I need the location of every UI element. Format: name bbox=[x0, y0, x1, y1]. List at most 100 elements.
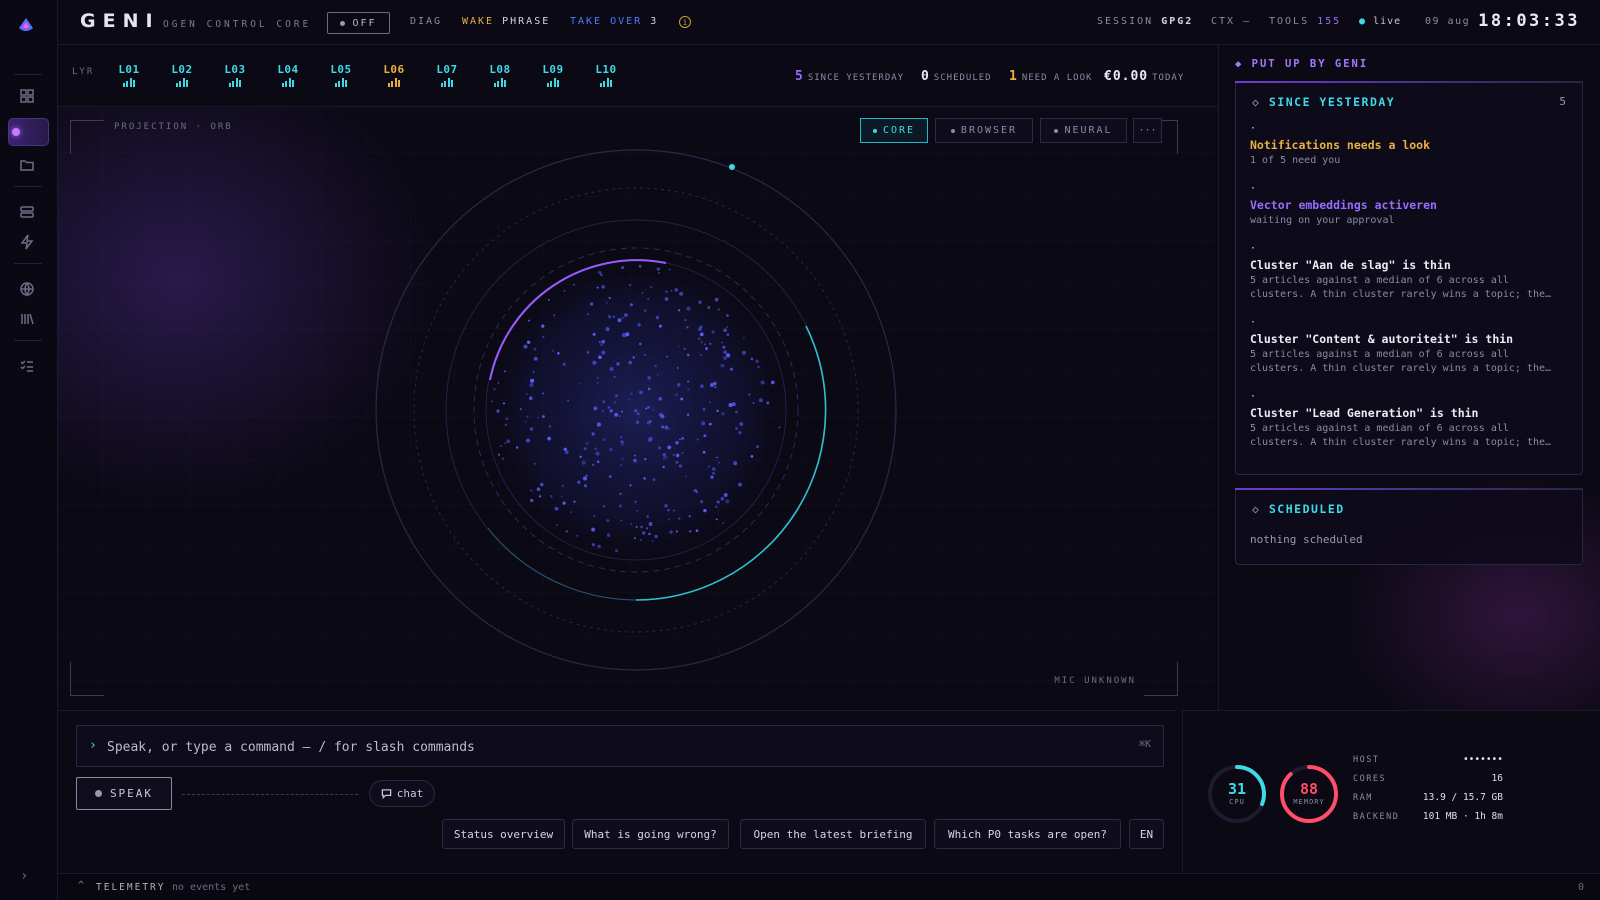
date-label: 09 aug bbox=[1425, 16, 1471, 27]
orb-particle bbox=[676, 367, 679, 369]
orb-particle bbox=[735, 410, 738, 414]
checklist-icon[interactable] bbox=[17, 356, 37, 376]
orb-particle bbox=[620, 440, 624, 444]
briefing-item[interactable]: · Cluster "Lead Generation" is thin 5 ar… bbox=[1250, 392, 1568, 450]
library-icon[interactable] bbox=[17, 309, 37, 329]
database-icon[interactable] bbox=[17, 202, 37, 222]
folder-icon[interactable] bbox=[17, 155, 37, 175]
orb-particle bbox=[738, 482, 742, 487]
orb-particle bbox=[500, 445, 502, 447]
orb-particle bbox=[750, 455, 754, 458]
orb-particle bbox=[615, 549, 618, 553]
orb-particle bbox=[651, 540, 654, 543]
layer-chip[interactable]: L06 bbox=[377, 63, 411, 87]
chevron-up-icon[interactable]: ^ bbox=[78, 880, 84, 891]
orb-particle bbox=[542, 392, 545, 395]
item-desc: 1 of 5 need you bbox=[1250, 155, 1341, 166]
orb-particle bbox=[533, 356, 538, 361]
orb-particle bbox=[696, 438, 699, 441]
orb-particle bbox=[621, 266, 625, 270]
orb-particle bbox=[621, 410, 624, 413]
orb-particle bbox=[552, 349, 554, 352]
orb-particle bbox=[661, 425, 665, 429]
quick-action-what-wrong[interactable]: What is going wrong? bbox=[572, 819, 729, 849]
info-icon[interactable]: i bbox=[679, 16, 691, 28]
orb-particle bbox=[700, 500, 704, 504]
orb-particle bbox=[643, 309, 647, 312]
layer-chip[interactable]: L05 bbox=[324, 63, 358, 87]
layer-chip[interactable]: L04 bbox=[271, 63, 305, 87]
briefing-item[interactable]: · Notifications needs a look 1 of 5 need… bbox=[1250, 124, 1568, 168]
command-input[interactable] bbox=[107, 734, 1087, 760]
layer-chip[interactable]: L08 bbox=[483, 63, 517, 87]
layer-chip[interactable]: L03 bbox=[218, 63, 252, 87]
chat-button[interactable]: chat bbox=[369, 780, 435, 807]
orb-particle bbox=[547, 436, 551, 441]
orb-particle bbox=[607, 406, 611, 409]
command-input-box[interactable]: › ⌘K bbox=[76, 725, 1164, 767]
orb-particle bbox=[666, 355, 669, 358]
layer-chip[interactable]: L01 bbox=[112, 63, 146, 87]
orb-particle bbox=[703, 343, 706, 346]
orb-particle bbox=[630, 303, 633, 307]
sidebar-divider bbox=[14, 74, 42, 75]
orb-particle bbox=[770, 380, 775, 385]
orb-particle bbox=[562, 362, 566, 366]
orb-visualization bbox=[375, 149, 897, 671]
briefing-item[interactable]: · Cluster "Content & autoriteit" is thin… bbox=[1250, 318, 1568, 376]
language-toggle[interactable]: EN bbox=[1129, 819, 1164, 849]
sidebar-item-core-active[interactable] bbox=[8, 118, 49, 146]
orb-particle bbox=[504, 442, 507, 445]
layer-chip[interactable]: L09 bbox=[536, 63, 570, 87]
geni-logo-icon[interactable] bbox=[15, 14, 37, 36]
dashboard-icon[interactable] bbox=[17, 86, 37, 106]
orb-particle bbox=[778, 426, 781, 429]
sidebar: › bbox=[0, 0, 58, 900]
briefing-item[interactable]: · Vector embeddings activeren waiting on… bbox=[1250, 184, 1568, 228]
orb-particle bbox=[684, 319, 687, 322]
orb-particle bbox=[537, 417, 539, 419]
lightning-icon[interactable] bbox=[17, 232, 37, 252]
orb-particle bbox=[596, 381, 599, 384]
telemetry-count: 0 bbox=[1577, 882, 1584, 893]
power-toggle-button[interactable]: OFF bbox=[327, 12, 390, 34]
scheduled-stat[interactable]: 0 SCHEDULED bbox=[921, 69, 992, 84]
orb-particle bbox=[593, 514, 596, 517]
orb-particle bbox=[635, 420, 640, 424]
need-look-stat[interactable]: 1 NEED A LOOK bbox=[1009, 69, 1092, 84]
orb-particle bbox=[528, 319, 531, 322]
orb-particle bbox=[647, 387, 651, 391]
diag-button[interactable]: DIAG bbox=[410, 16, 442, 27]
projection-stage: PROJECTION · ORB MIC UNKNOWN CORE BROWSE… bbox=[58, 108, 1218, 708]
orb-particle bbox=[699, 332, 704, 337]
top-bar: GENI OGEN CONTROL CORE OFF DIAG WAKE PHR… bbox=[58, 0, 1600, 45]
globe-icon[interactable] bbox=[17, 279, 37, 299]
quick-action-status-overview[interactable]: Status overview bbox=[442, 819, 565, 849]
quick-action-p0-tasks[interactable]: Which P0 tasks are open? bbox=[934, 819, 1121, 849]
orb-particle bbox=[701, 421, 706, 426]
take-over-count: 3 bbox=[650, 16, 659, 27]
briefing-item[interactable]: · Cluster "Aan de slag" is thin 5 articl… bbox=[1250, 244, 1568, 302]
wake-phrase-toggle[interactable]: WAKE PHRASE bbox=[462, 16, 550, 27]
orb-particle bbox=[620, 464, 623, 467]
expand-sidebar-icon[interactable]: › bbox=[20, 868, 28, 884]
telemetry-bar[interactable]: ^ TELEMETRY no events yet 0 bbox=[58, 873, 1600, 900]
layer-name: L09 bbox=[542, 63, 564, 76]
layer-chip[interactable]: L07 bbox=[430, 63, 464, 87]
speak-button[interactable]: SPEAK bbox=[76, 777, 172, 810]
orb-particle bbox=[572, 283, 576, 286]
orb-particle bbox=[591, 527, 596, 532]
orb-particle bbox=[707, 465, 711, 468]
orb-particle bbox=[636, 412, 640, 416]
orb-particle bbox=[685, 325, 689, 329]
take-over-button[interactable]: TAKE OVER 3 bbox=[570, 16, 658, 27]
orb-particle bbox=[529, 383, 534, 388]
orb-particle bbox=[675, 453, 680, 458]
quick-action-latest-briefing[interactable]: Open the latest briefing bbox=[740, 819, 926, 849]
orb-particle bbox=[717, 308, 720, 311]
since-yesterday-stat[interactable]: 5 SINCE YESTERDAY bbox=[795, 69, 904, 84]
orb-particle bbox=[549, 495, 553, 498]
layer-chip[interactable]: L10 bbox=[589, 63, 623, 87]
orb-particle bbox=[705, 347, 708, 351]
layer-chip[interactable]: L02 bbox=[165, 63, 199, 87]
